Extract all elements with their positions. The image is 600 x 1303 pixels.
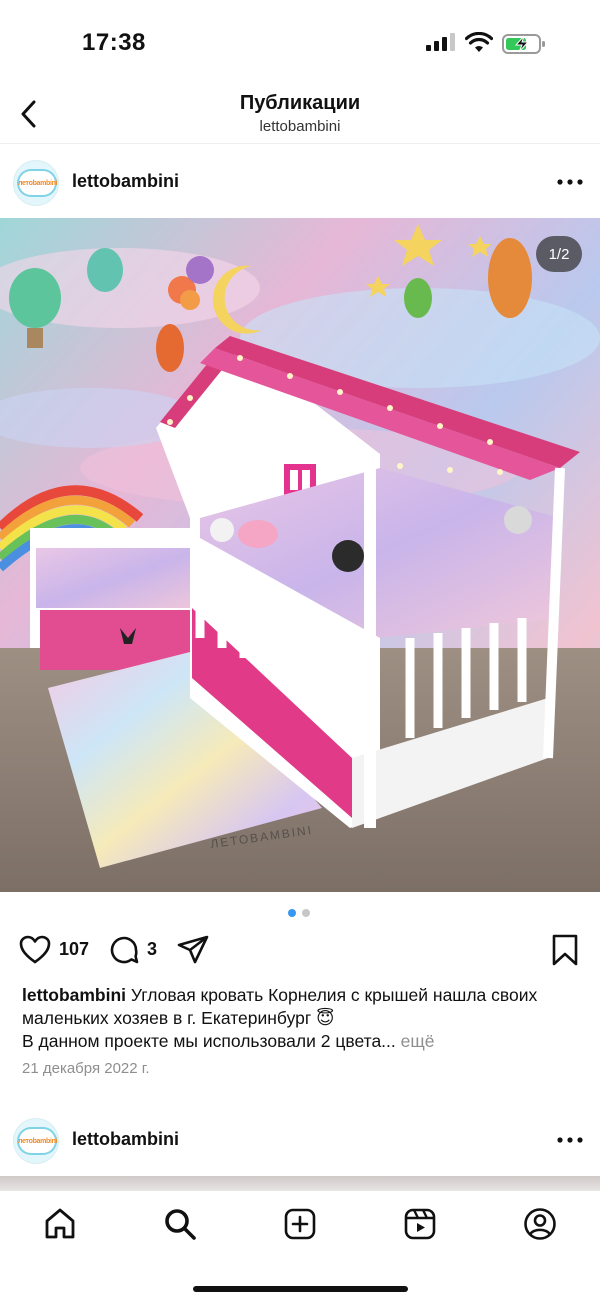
new-post-icon[interactable] [283, 1207, 317, 1241]
status-bar: 17:38 [0, 0, 600, 88]
post-caption: lettobambini Угловая кровать Корнелия с … [22, 984, 582, 1053]
post-actions: 107 3 [0, 930, 600, 970]
heart-icon[interactable] [18, 933, 52, 967]
comment-icon[interactable] [107, 933, 141, 967]
carousel-dots [0, 909, 600, 917]
battery-charging-icon [502, 34, 545, 54]
bookmark-icon[interactable] [548, 933, 582, 967]
bed-room-illustration [0, 218, 600, 892]
avatar[interactable]: летоbambini [13, 160, 59, 206]
post-header: летоbambini lettobambini [0, 146, 600, 218]
page-subtitle: lettobambini [259, 118, 341, 135]
next-post-image-preview[interactable] [0, 1176, 600, 1190]
avatar-logo-text: летоbambini [18, 180, 58, 187]
page-header: Публикации lettobambini [0, 88, 600, 144]
avatar[interactable]: летоbambini [13, 1118, 59, 1164]
more-options-icon[interactable] [554, 1128, 586, 1152]
caption-text-line2: В данном проекте мы использовали 2 цвета… [22, 1031, 396, 1051]
post-date: 21 декабря 2022 г. [22, 1060, 150, 1077]
avatar-logo-text: летоbambini [18, 1138, 58, 1145]
caption-username[interactable]: lettobambini [22, 985, 126, 1005]
more-options-icon[interactable] [554, 170, 586, 194]
comment-count[interactable]: 3 [147, 939, 157, 960]
home-icon[interactable] [43, 1207, 77, 1241]
post-image[interactable]: 1/2 ЛЕТОBAMBINI [0, 218, 600, 892]
home-indicator [193, 1286, 408, 1292]
carousel-dot [302, 909, 310, 917]
profile-icon[interactable] [523, 1207, 557, 1241]
image-counter: 1/2 [536, 236, 582, 272]
status-time: 17:38 [82, 29, 146, 56]
post-username[interactable]: lettobambini [72, 1129, 179, 1150]
cellular-signal-icon [426, 33, 455, 51]
share-icon[interactable] [176, 933, 210, 967]
page-title: Публикации [239, 92, 361, 114]
post-header: летоbambini lettobambini [0, 1104, 600, 1176]
reels-icon[interactable] [403, 1207, 437, 1241]
carousel-dot-active [288, 909, 296, 917]
caption-more-link[interactable]: ещё [401, 1031, 435, 1051]
wifi-icon [465, 32, 493, 52]
like-count[interactable]: 107 [59, 939, 89, 960]
post-username[interactable]: lettobambini [72, 171, 179, 192]
search-icon[interactable] [163, 1207, 197, 1241]
